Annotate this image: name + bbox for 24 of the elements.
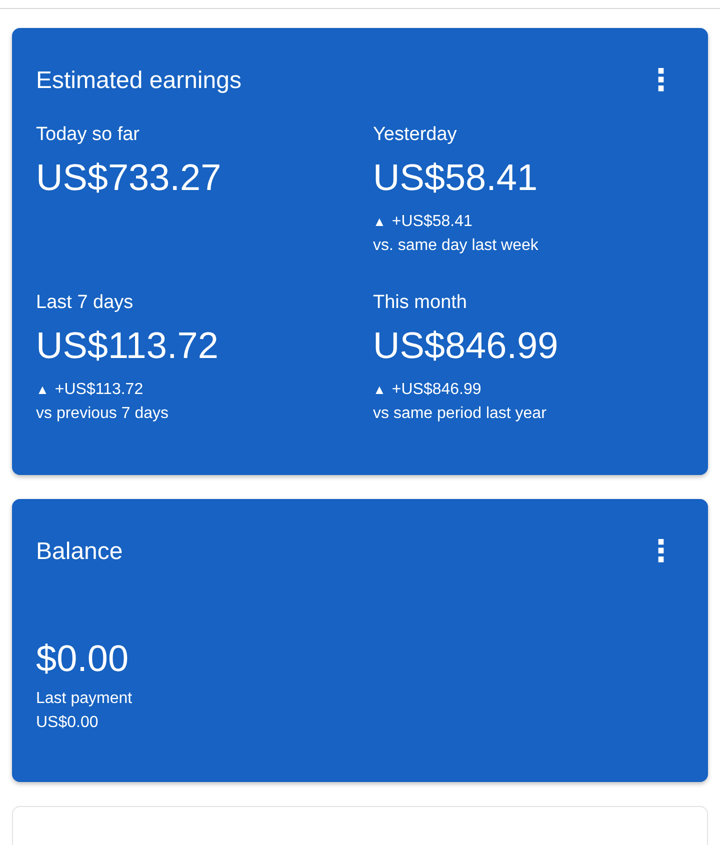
metric-label: Last 7 days [36,290,134,315]
trend-up-icon: ▲ [373,210,386,234]
more-menu-button[interactable]: ⋮ [638,66,684,96]
card-title: Balance [36,538,123,566]
comparison-text: vs. same day last week [373,236,540,256]
change-amount: +US$113.72 [54,380,144,400]
metric-value: US$846.99 [373,324,560,368]
card-title: Estimated earnings [36,66,242,95]
comparison-text: vs previous 7 days [36,404,170,424]
change-amount: +US$846.99 [392,380,482,400]
trend-up-icon: ▲ [36,378,49,402]
metric-label: This month [373,290,468,315]
last-payment-label: Last payment [36,689,134,710]
metric-label: Today so far [36,122,140,147]
more-menu-button[interactable]: ⋮ [638,537,684,568]
trend-up-icon: ▲ [373,378,386,402]
metric-value: US$113.72 [36,324,220,368]
last-payment-value: US$0.00 [36,713,100,734]
change-amount: +US$58.41 [392,212,472,232]
metric-label: Yesterday [373,122,458,147]
metric-value: US$733.27 [36,156,222,200]
comparison-text: vs same period last year [373,404,548,424]
metric-value: US$58.41 [373,156,539,200]
balance-value: $0.00 [36,637,130,682]
